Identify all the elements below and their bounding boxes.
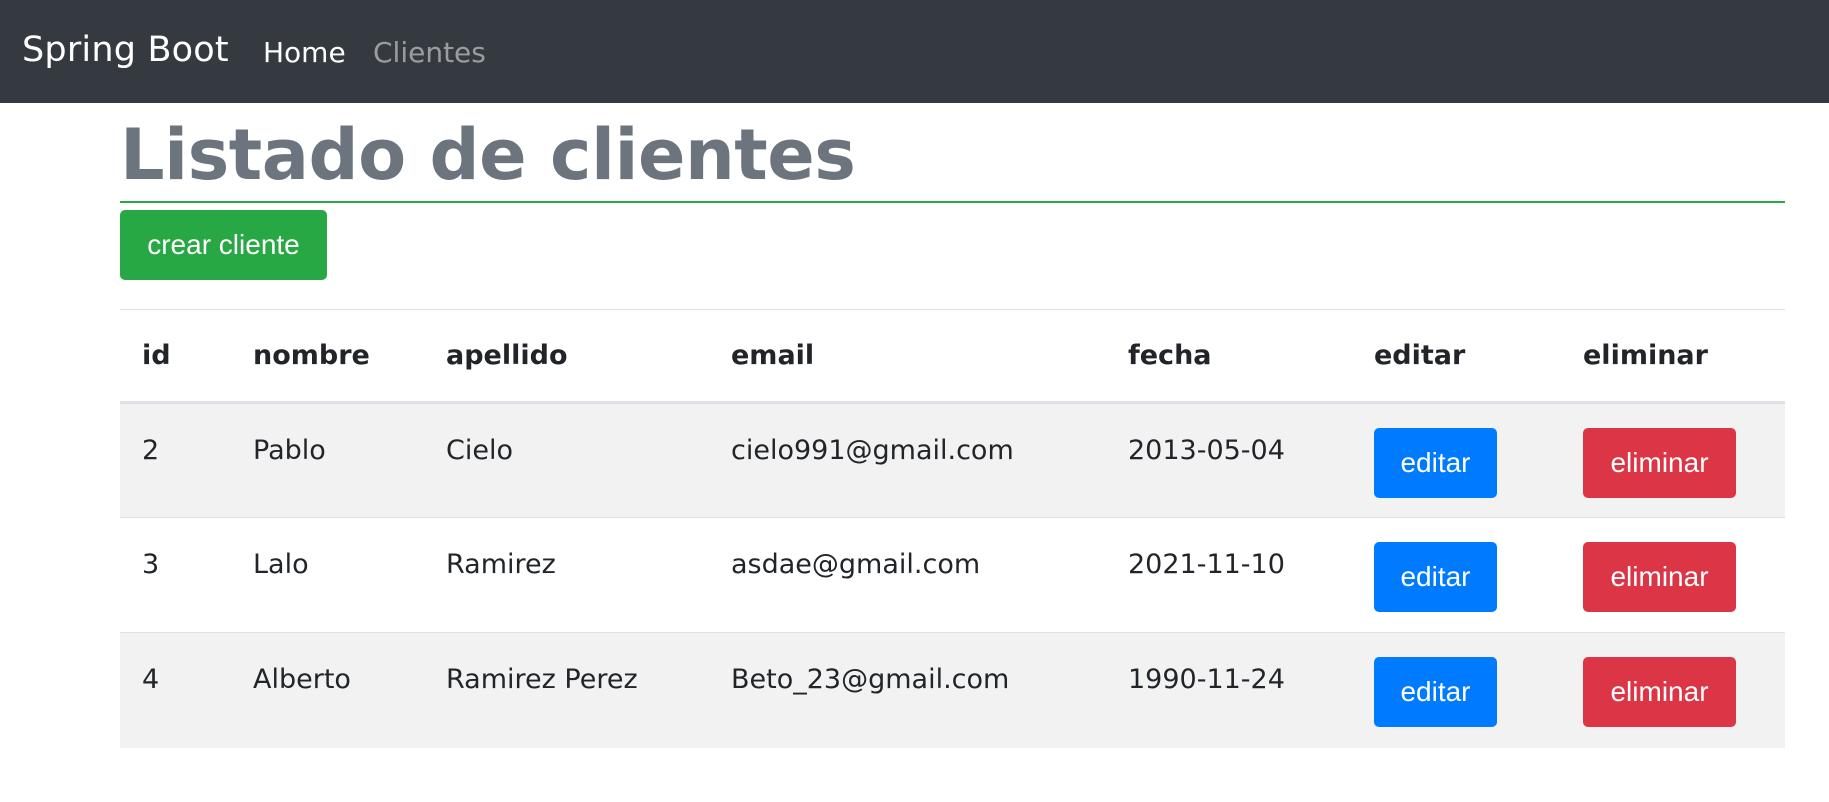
cell-email-text: Beto_23@gmail.com [731, 664, 1010, 695]
header-eliminar: eliminar [1561, 309, 1785, 404]
create-client-button[interactable]: crear cliente [120, 210, 327, 280]
cell-eliminar: eliminar [1561, 632, 1785, 748]
cell-eliminar: eliminar [1561, 517, 1785, 633]
header-id: id [120, 309, 231, 404]
cell-email-text: cielo991@gmail.com [731, 435, 1014, 466]
header-fecha: fecha [1106, 309, 1352, 404]
edit-button[interactable]: editar [1374, 428, 1497, 498]
cell-id-text: 2 [142, 435, 160, 466]
nav-link-home[interactable]: Home [263, 36, 346, 70]
edit-button[interactable]: editar [1374, 657, 1497, 727]
cell-nombre-text: Pablo [253, 435, 326, 466]
cell-email: cielo991@gmail.com [709, 402, 1106, 518]
delete-button[interactable]: eliminar [1583, 428, 1736, 498]
edit-button[interactable]: editar [1374, 542, 1497, 612]
cell-apellido-text: Cielo [446, 435, 513, 466]
cell-editar: editar [1352, 632, 1561, 748]
cell-id: 4 [120, 632, 231, 748]
cell-fecha-text: 2013-05-04 [1128, 435, 1285, 466]
cell-editar: editar [1352, 517, 1561, 633]
cell-editar: editar [1352, 402, 1561, 518]
clients-table: id nombre apellido email fecha editar el… [120, 309, 1785, 748]
navbar-brand[interactable]: Spring Boot [22, 28, 229, 73]
cell-fecha: 2013-05-04 [1106, 402, 1352, 518]
cell-id: 2 [120, 402, 231, 518]
header-editar: editar [1352, 309, 1561, 404]
cell-nombre: Lalo [231, 517, 424, 633]
cell-apellido-text: Ramirez Perez [446, 664, 638, 695]
cell-nombre: Alberto [231, 632, 424, 748]
table-header-row: id nombre apellido email fecha editar el… [120, 309, 1785, 404]
header-apellido: apellido [424, 309, 709, 404]
table-header: id nombre apellido email fecha editar el… [120, 309, 1785, 404]
cell-apellido: Cielo [424, 402, 709, 518]
cell-email: asdae@gmail.com [709, 517, 1106, 633]
page-title: Listado de clientes [120, 111, 1785, 203]
cell-apellido: Ramirez [424, 517, 709, 633]
cell-fecha-text: 1990-11-24 [1128, 664, 1285, 695]
cell-apellido-text: Ramirez [446, 549, 556, 580]
cell-id-text: 4 [142, 664, 160, 695]
cell-eliminar: eliminar [1561, 402, 1785, 518]
nav-link-clientes[interactable]: Clientes [373, 36, 486, 70]
cell-id-text: 3 [142, 549, 160, 580]
main-container: Listado de clientes crear cliente id nom… [120, 103, 1785, 748]
table-row: 3 Lalo Ramirez asdae@gmail.com 2021-11-1… [120, 517, 1785, 633]
header-nombre: nombre [231, 309, 424, 404]
cell-apellido: Ramirez Perez [424, 632, 709, 748]
cell-id: 3 [120, 517, 231, 633]
cell-email: Beto_23@gmail.com [709, 632, 1106, 748]
cell-fecha: 2021-11-10 [1106, 517, 1352, 633]
cell-fecha-text: 2021-11-10 [1128, 549, 1285, 580]
navbar: Spring Boot Home Clientes [0, 0, 1829, 103]
header-email: email [709, 309, 1106, 404]
table-row: 2 Pablo Cielo cielo991@gmail.com 2013-05… [120, 402, 1785, 518]
cell-nombre: Pablo [231, 402, 424, 518]
delete-button[interactable]: eliminar [1583, 657, 1736, 727]
cell-nombre-text: Alberto [253, 664, 351, 695]
table-row: 4 Alberto Ramirez Perez Beto_23@gmail.co… [120, 632, 1785, 748]
cell-fecha: 1990-11-24 [1106, 632, 1352, 748]
cell-nombre-text: Lalo [253, 549, 309, 580]
delete-button[interactable]: eliminar [1583, 542, 1736, 612]
cell-email-text: asdae@gmail.com [731, 549, 981, 580]
table-body: 2 Pablo Cielo cielo991@gmail.com 2013-05… [120, 402, 1785, 748]
